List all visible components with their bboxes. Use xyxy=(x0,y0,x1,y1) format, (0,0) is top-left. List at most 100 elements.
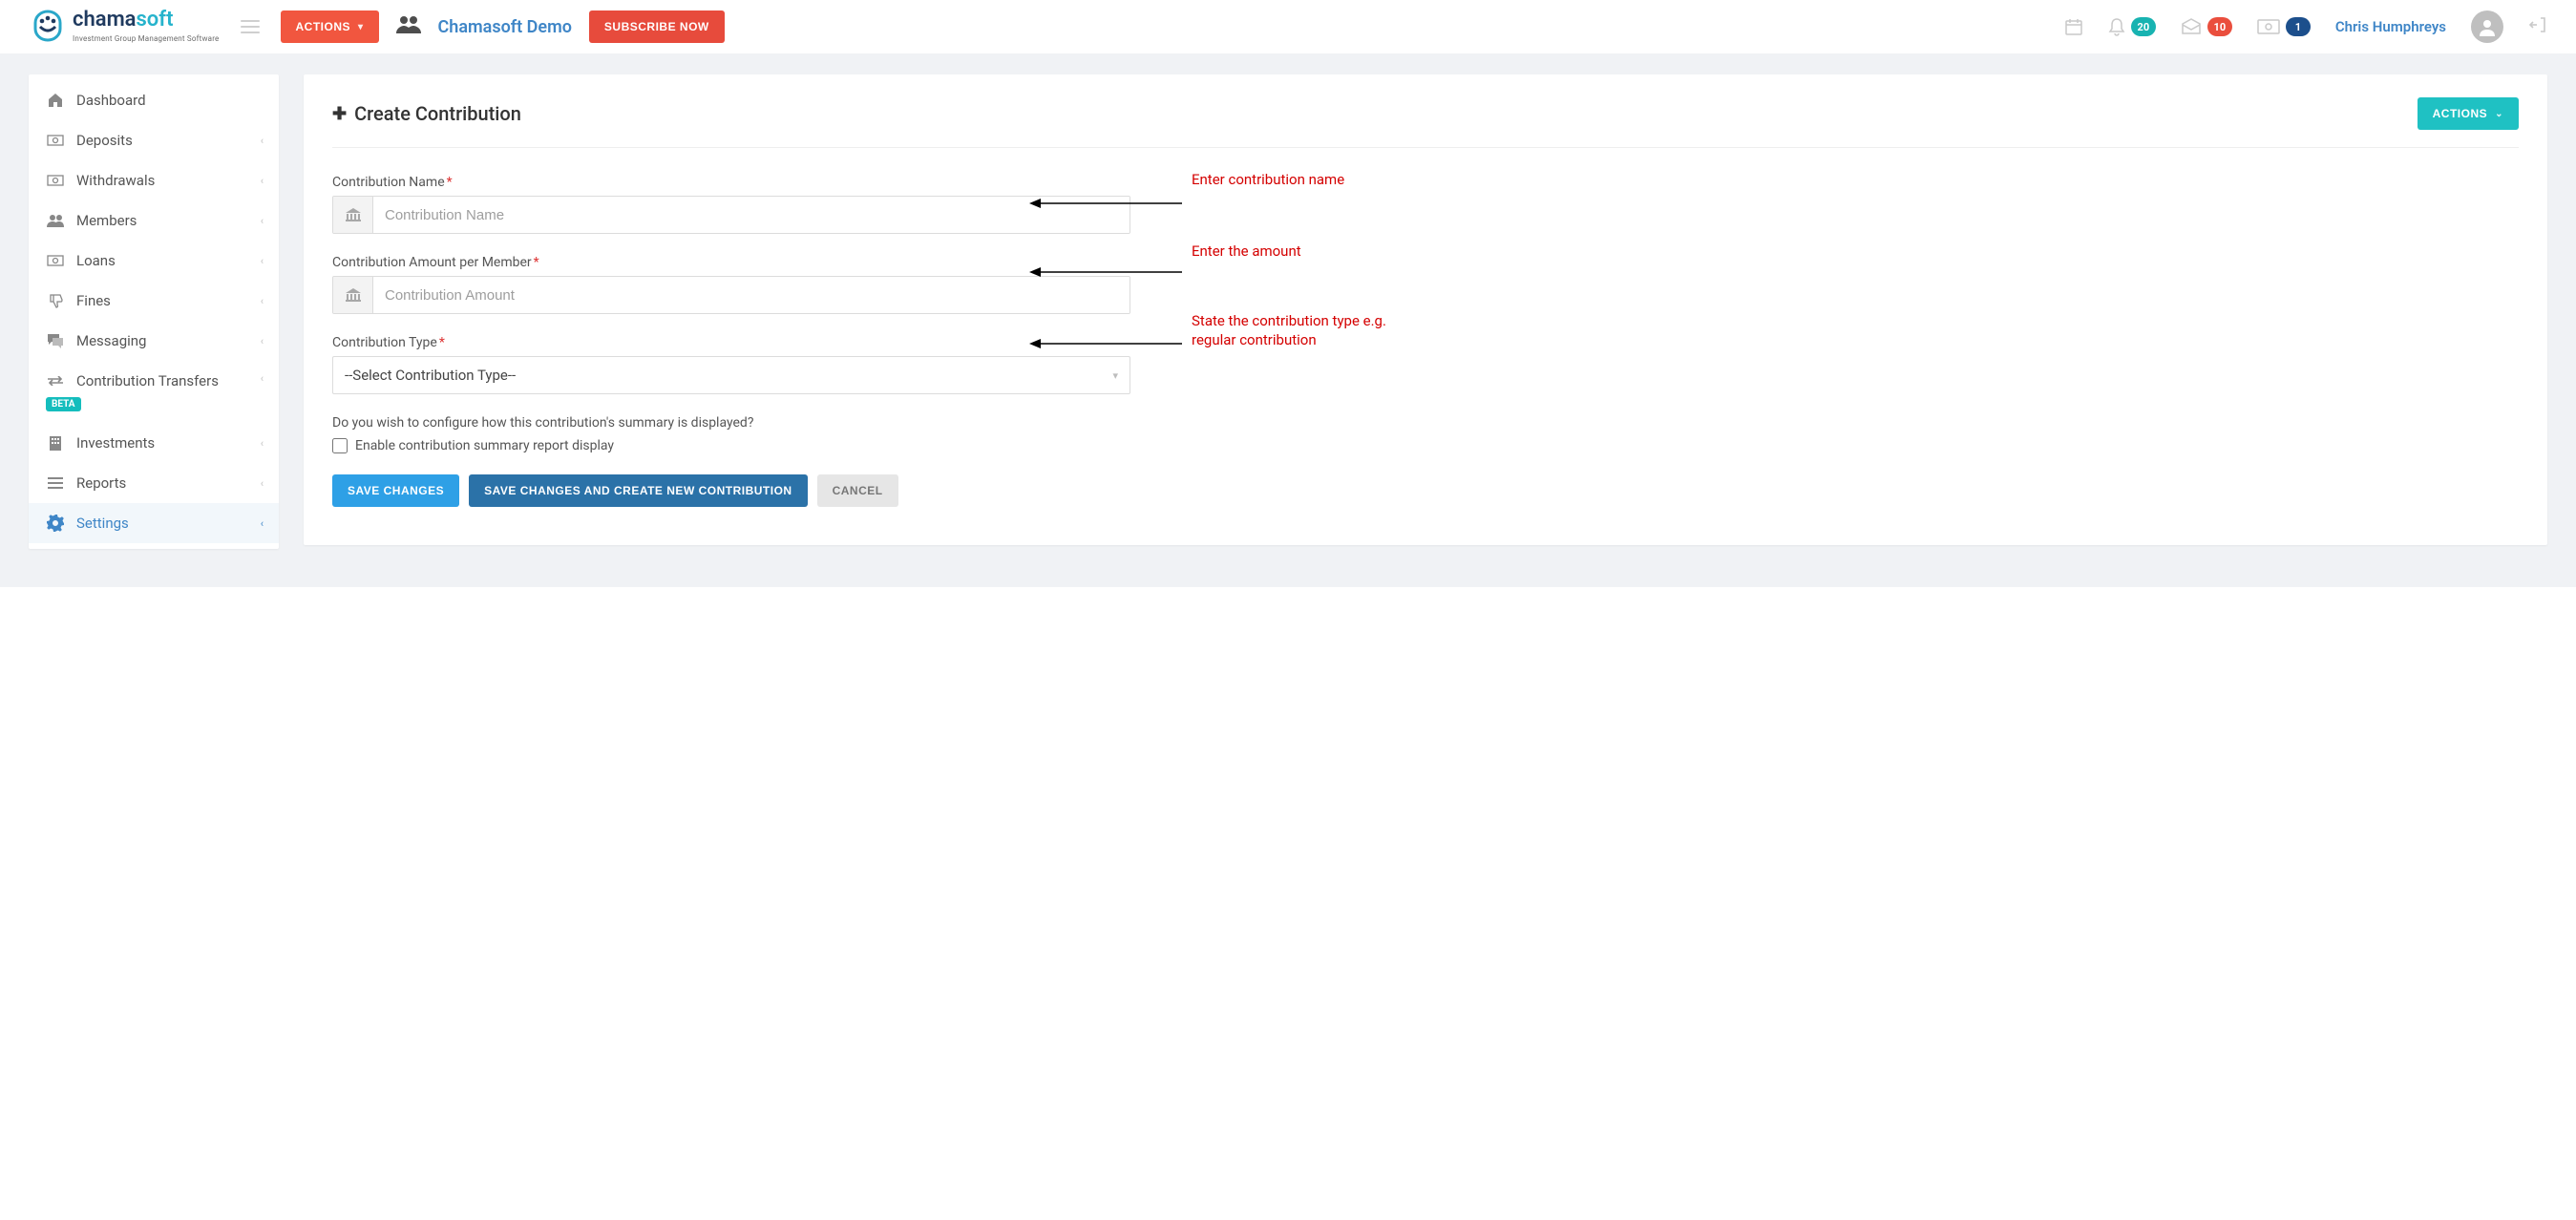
chevron-down-icon: ▾ xyxy=(358,22,364,32)
amount-label: Contribution Amount per Member* xyxy=(332,255,1130,270)
sidebar-label: Fines xyxy=(76,292,111,309)
sidebar-label: Withdrawals xyxy=(76,172,155,189)
chevron-left-icon: ‹ xyxy=(261,295,264,307)
wallet-badge: 1 xyxy=(2286,17,2311,36)
bank-icon xyxy=(333,277,373,313)
panel-header: ✚ Create Contribution Actions ⌄ xyxy=(332,97,2519,148)
save-label: Save Changes xyxy=(348,484,444,497)
contribution-name-input[interactable] xyxy=(373,197,1130,233)
sidebar-label: Dashboard xyxy=(76,92,146,109)
header-actions-label: Actions xyxy=(296,20,351,33)
annotation-2: Enter the amount xyxy=(1192,242,1383,261)
chevron-left-icon: ‹ xyxy=(261,517,264,530)
chevron-down-icon: ▾ xyxy=(1112,369,1118,382)
menu-toggle-icon[interactable] xyxy=(237,16,264,37)
save-and-new-button[interactable]: Save Changes and Create New Contribution xyxy=(469,474,807,507)
summary-question: Do you wish to configure how this contri… xyxy=(332,415,1130,431)
contribution-type-select[interactable]: --Select Contribution Type-- ▾ xyxy=(332,356,1130,394)
form: Contribution Name* Contribution Amount p… xyxy=(332,175,1130,507)
chevron-left-icon: ‹ xyxy=(261,372,264,385)
beta-badge: BETA xyxy=(46,397,81,411)
summary-checkbox-row[interactable]: Enable contribution summary report displ… xyxy=(332,438,1130,453)
sidebar: Dashboard Deposits ‹ Withdrawals ‹ Membe… xyxy=(29,74,279,549)
building-icon xyxy=(46,435,65,451)
mail-icon[interactable]: 10 xyxy=(2181,17,2232,36)
main-panel: ✚ Create Contribution Actions ⌄ Contribu… xyxy=(304,74,2547,545)
sidebar-item-members[interactable]: Members ‹ xyxy=(29,200,279,241)
form-buttons: Save Changes Save Changes and Create New… xyxy=(332,474,1130,507)
members-icon xyxy=(46,214,65,227)
sidebar-item-messaging[interactable]: Messaging ‹ xyxy=(29,321,279,361)
sidebar-item-investments[interactable]: Investments ‹ xyxy=(29,423,279,463)
sidebar-label: Investments xyxy=(76,434,155,452)
plus-icon: ✚ xyxy=(332,104,347,124)
sidebar-item-loans[interactable]: Loans ‹ xyxy=(29,241,279,281)
bell-icon[interactable]: 20 xyxy=(2108,17,2156,36)
notif-badge: 20 xyxy=(2131,17,2156,36)
sidebar-label: Members xyxy=(76,212,137,229)
calendar-icon[interactable] xyxy=(2064,17,2083,36)
sidebar-label: Contribution Transfers xyxy=(76,372,219,389)
chevron-left-icon: ‹ xyxy=(261,175,264,187)
name-label: Contribution Name* xyxy=(332,175,1130,190)
panel-title-text: Create Contribution xyxy=(354,102,521,125)
panel-title: ✚ Create Contribution xyxy=(332,102,521,125)
subscribe-label: Subscribe Now xyxy=(604,20,709,33)
annotation-1: Enter contribution name xyxy=(1192,170,1383,189)
sidebar-label: Settings xyxy=(76,515,129,532)
brand-secondary: soft xyxy=(137,8,174,32)
brand-text: chamasoft Investment Group Management So… xyxy=(73,10,220,44)
sidebar-item-fines[interactable]: Fines ‹ xyxy=(29,281,279,321)
chevron-left-icon: ‹ xyxy=(261,437,264,450)
header-actions-button[interactable]: Actions ▾ xyxy=(281,11,379,43)
annotation-3: State the contribution type e.g. regular… xyxy=(1192,311,1402,350)
logo-mark-icon xyxy=(29,10,67,44)
logout-icon[interactable] xyxy=(2528,15,2547,38)
sidebar-item-reports[interactable]: Reports ‹ xyxy=(29,463,279,503)
sidebar-item-dashboard[interactable]: Dashboard xyxy=(29,80,279,120)
bank-icon xyxy=(333,197,373,233)
mail-badge: 10 xyxy=(2207,17,2232,36)
chevron-left-icon: ‹ xyxy=(261,335,264,347)
avatar[interactable] xyxy=(2471,11,2503,43)
page-body: Dashboard Deposits ‹ Withdrawals ‹ Membe… xyxy=(0,53,2576,587)
chevron-down-icon: ⌄ xyxy=(2495,109,2503,119)
brand-tagline: Investment Group Management Software xyxy=(73,34,220,43)
sidebar-label: Loans xyxy=(76,252,116,269)
save-button[interactable]: Save Changes xyxy=(332,474,459,507)
select-value: --Select Contribution Type-- xyxy=(345,367,516,384)
sidebar-item-deposits[interactable]: Deposits ‹ xyxy=(29,120,279,160)
money-icon xyxy=(46,255,65,266)
subscribe-button[interactable]: Subscribe Now xyxy=(589,11,725,43)
sidebar-label: Messaging xyxy=(76,332,146,349)
panel-actions-label: Actions xyxy=(2433,107,2488,120)
panel-actions-button[interactable]: Actions ⌄ xyxy=(2418,97,2519,130)
chevron-left-icon: ‹ xyxy=(261,215,264,227)
sidebar-item-withdrawals[interactable]: Withdrawals ‹ xyxy=(29,160,279,200)
transfer-icon xyxy=(46,376,65,386)
group-icon xyxy=(396,14,421,39)
cancel-button[interactable]: Cancel xyxy=(817,474,898,507)
money-icon xyxy=(46,175,65,186)
sidebar-item-settings[interactable]: Settings ‹ xyxy=(29,503,279,543)
summary-checkbox[interactable] xyxy=(332,438,348,453)
wallet-icon[interactable]: 1 xyxy=(2257,17,2311,36)
type-label: Contribution Type* xyxy=(332,335,1130,350)
sidebar-item-contribution-transfers[interactable]: Contribution Transfers BETA ‹ xyxy=(29,361,279,423)
home-icon xyxy=(46,93,65,108)
field-contribution-amount: Contribution Amount per Member* xyxy=(332,255,1130,314)
brand-logo[interactable]: chamasoft Investment Group Management So… xyxy=(29,10,220,44)
username[interactable]: Chris Humphreys xyxy=(2335,18,2446,35)
thumbs-down-icon xyxy=(46,293,65,308)
save-new-label: Save Changes and Create New Contribution xyxy=(484,484,792,497)
contribution-amount-input[interactable] xyxy=(373,277,1130,313)
field-contribution-name: Contribution Name* xyxy=(332,175,1130,234)
chat-icon xyxy=(46,333,65,348)
money-icon xyxy=(46,135,65,146)
brand-primary: chama xyxy=(73,8,137,32)
group-name[interactable]: Chamasoft Demo xyxy=(438,17,572,37)
chevron-left-icon: ‹ xyxy=(261,255,264,267)
sidebar-label: Deposits xyxy=(76,132,133,149)
chevron-left-icon: ‹ xyxy=(261,477,264,490)
header-right: 20 10 1 Chris Humphreys xyxy=(2064,11,2547,43)
